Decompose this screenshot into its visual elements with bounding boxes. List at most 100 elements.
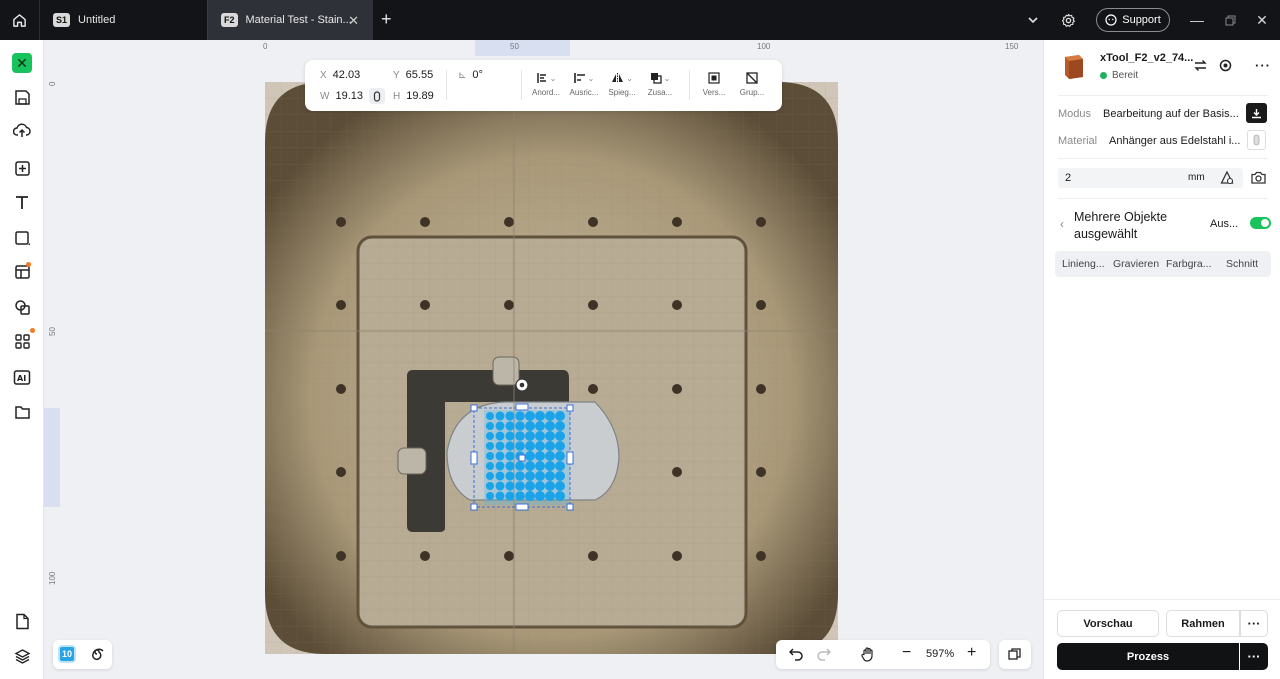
chevron-down-icon[interactable] xyxy=(1021,0,1045,40)
tab-untitled[interactable]: S1 Untitled xyxy=(40,0,207,40)
folder-icon[interactable] xyxy=(11,401,33,423)
offset-label: Vers... xyxy=(702,88,726,97)
shape-tool-icon[interactable] xyxy=(11,227,33,249)
process-type-tabs: Linieng... Gravieren Farbgra... Schnitt xyxy=(1055,251,1271,277)
arrange-button[interactable]: ⌄ Anord... xyxy=(529,68,563,97)
text-tool-icon[interactable] xyxy=(11,191,33,213)
minimize-icon[interactable]: — xyxy=(1187,0,1207,40)
group-label: Grup... xyxy=(739,88,765,97)
layers-icon[interactable] xyxy=(11,645,33,667)
redo-icon[interactable] xyxy=(817,647,832,664)
selection-overlay[interactable] xyxy=(44,40,1043,679)
tab-cut[interactable]: Schnitt xyxy=(1226,258,1258,270)
cloud-upload-icon[interactable] xyxy=(11,119,33,141)
align-label: Ausric... xyxy=(569,88,599,97)
document-icon[interactable] xyxy=(11,610,33,632)
spiral-icon[interactable] xyxy=(89,646,105,665)
target-icon[interactable] xyxy=(1219,59,1232,75)
group-button[interactable]: Grup... xyxy=(735,68,769,97)
frame-button[interactable]: Rahmen xyxy=(1166,610,1240,637)
hand-pan-icon[interactable] xyxy=(860,646,876,665)
ungroup-icon xyxy=(746,72,758,84)
tab-badge: S1 xyxy=(53,13,71,27)
svg-text:AI: AI xyxy=(17,374,26,383)
close-tab-icon[interactable]: ✕ xyxy=(348,13,359,29)
h-label: H xyxy=(393,91,401,102)
y-value[interactable]: 65.55 xyxy=(406,69,434,81)
output-toggle[interactable] xyxy=(1250,217,1271,229)
back-chevron-icon[interactable]: ‹ xyxy=(1060,217,1064,231)
more-options-icon[interactable]: ··· xyxy=(1255,58,1271,73)
add-object-icon[interactable] xyxy=(11,157,33,179)
canvas-area[interactable]: 0 50 100 150 0 50 100 X 42.03 Y 65.55 W … xyxy=(44,40,1043,679)
align-icon xyxy=(573,73,585,83)
combine-shapes-icon[interactable] xyxy=(11,296,33,318)
y-label: Y xyxy=(393,70,400,81)
combine-icon xyxy=(650,73,662,84)
h-value[interactable]: 19.89 xyxy=(406,90,434,102)
undo-icon[interactable] xyxy=(788,647,803,664)
process-more-icon[interactable]: ··· xyxy=(1240,643,1268,670)
xtool-logo-icon: ✕ xyxy=(12,53,32,73)
view-controls: − 597% + xyxy=(776,640,990,669)
w-field[interactable]: W 19.13 xyxy=(320,90,363,102)
arrange-icon xyxy=(536,73,546,83)
material-value[interactable]: Anhänger aus Edelstahl i... xyxy=(1109,135,1240,147)
new-tab-button[interactable]: + xyxy=(381,9,392,29)
align-button[interactable]: ⌄ Ausric... xyxy=(567,68,601,97)
ai-tool-icon[interactable]: AI xyxy=(11,366,33,388)
zoom-out-button[interactable]: − xyxy=(902,644,911,662)
h-field[interactable]: H 19.89 xyxy=(393,90,434,102)
mode-label: Modus xyxy=(1058,108,1092,120)
switch-device-icon[interactable] xyxy=(1194,59,1207,75)
close-window-icon[interactable]: ✕ xyxy=(1252,0,1272,40)
zoom-level[interactable]: 597% xyxy=(926,648,954,660)
layer-controls: 10 xyxy=(53,640,112,669)
support-icon xyxy=(1105,14,1117,26)
camera-icon[interactable] xyxy=(1251,171,1266,187)
x-field[interactable]: X 42.03 xyxy=(320,69,360,81)
support-label: Support xyxy=(1122,14,1161,26)
offset-button[interactable]: Vers... xyxy=(697,68,731,97)
save-icon[interactable] xyxy=(11,86,33,108)
thickness-input[interactable]: 2 mm xyxy=(1058,168,1243,188)
process-button[interactable]: Prozess xyxy=(1057,643,1239,670)
tab-color-engrave[interactable]: Farbgra... xyxy=(1166,258,1212,270)
duplicate-view-icon[interactable] xyxy=(999,640,1031,669)
object-property-toolbar: X 42.03 Y 65.55 W 19.13 H 19.89 ⊾ 0° ⌄ Anord.… xyxy=(305,60,782,111)
tab-material-test[interactable]: F2 Material Test - Stain... ✕ xyxy=(207,0,373,40)
y-field[interactable]: Y 65.55 xyxy=(393,69,433,81)
offset-icon xyxy=(708,72,720,84)
mirror-button[interactable]: ⌄ Spieg... xyxy=(605,68,639,97)
combine-button[interactable]: ⌄ Zusa... xyxy=(643,68,677,97)
layer-count-badge[interactable]: 10 xyxy=(58,645,76,663)
settings-gear-icon[interactable] xyxy=(1056,0,1080,40)
material-tag-icon[interactable] xyxy=(1247,130,1266,150)
thickness-value[interactable]: 2 xyxy=(1065,172,1071,184)
tab-line-engrave[interactable]: Linieng... xyxy=(1062,258,1105,270)
zoom-in-button[interactable]: + xyxy=(967,644,976,662)
rotate-handle-icon[interactable] xyxy=(515,378,529,392)
tab-badge: F2 xyxy=(221,13,238,27)
mode-value[interactable]: Bearbeitung auf der Basis... xyxy=(1103,108,1239,120)
output-label: Aus... xyxy=(1210,218,1239,230)
x-value[interactable]: 42.03 xyxy=(333,69,361,81)
apps-grid-icon[interactable] xyxy=(11,330,33,352)
rotation-value[interactable]: 0° xyxy=(472,69,483,81)
auto-measure-icon[interactable] xyxy=(1220,171,1234,185)
rotation-field[interactable]: ⊾ 0° xyxy=(458,69,483,81)
mirror-icon xyxy=(612,73,624,83)
tab-engrave[interactable]: Gravieren xyxy=(1113,258,1159,270)
preview-button[interactable]: Vorschau xyxy=(1057,610,1159,637)
w-value[interactable]: 19.13 xyxy=(335,90,363,102)
home-icon xyxy=(13,13,26,27)
restore-icon[interactable] xyxy=(1220,0,1240,40)
frame-more-icon[interactable]: ··· xyxy=(1240,610,1268,637)
device-name[interactable]: xTool_F2_v2_74... xyxy=(1100,52,1193,64)
lock-ratio-icon[interactable] xyxy=(369,88,385,104)
notification-dot xyxy=(26,262,31,267)
support-button[interactable]: Support xyxy=(1096,8,1170,32)
home-button[interactable] xyxy=(0,0,40,40)
thickness-unit: mm xyxy=(1188,172,1205,183)
mode-download-icon[interactable] xyxy=(1246,103,1267,123)
